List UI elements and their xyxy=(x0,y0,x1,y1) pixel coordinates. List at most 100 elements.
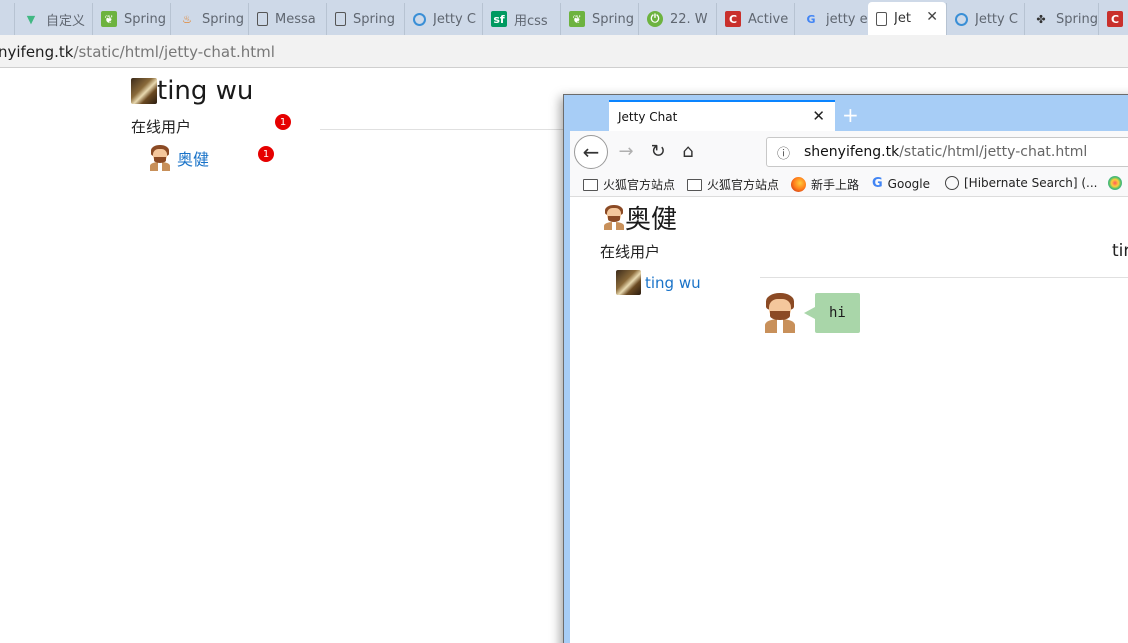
close-tab-icon[interactable]: ✕ xyxy=(926,9,938,25)
chat-header-name: tir xyxy=(1112,241,1128,261)
firefox-url-bar[interactable]: ⓘ shenyifeng.tk/static/html/jetty-chat.h… xyxy=(766,137,1128,167)
url-host: shenyifeng.tk xyxy=(804,144,900,160)
browser-tab[interactable]: ▼ 自定义 xyxy=(14,3,92,35)
chat-message: hi xyxy=(763,293,860,333)
browser-tab[interactable]: Messa xyxy=(248,3,326,35)
firefox-tab-active[interactable]: Jetty Chat ✕ xyxy=(609,100,835,131)
browser-tab[interactable] xyxy=(0,3,8,35)
tab-label: 用css xyxy=(514,13,548,29)
online-users-label: 在线用户 xyxy=(600,243,661,261)
url-host: nyifeng.tk xyxy=(0,43,74,61)
tab-label: Active xyxy=(748,11,789,27)
message-bubble: hi xyxy=(804,293,860,333)
csdn-icon: C xyxy=(725,11,741,27)
bookmark-label: Google xyxy=(887,176,930,191)
browser-tab[interactable]: C xyxy=(1098,3,1128,35)
cartoon-avatar-icon xyxy=(763,293,797,333)
browser-tab[interactable]: Jetty C xyxy=(404,3,482,35)
url-path: /static/html/jetty-chat.html xyxy=(899,144,1088,160)
cartoon-avatar-icon xyxy=(149,145,171,171)
jetty-icon xyxy=(413,12,426,26)
bookmark-item[interactable]: 新手上路 xyxy=(791,176,859,193)
tab-label: Spring xyxy=(202,11,244,27)
folder-icon xyxy=(687,178,702,191)
bookmark-label: [Hibernate Search] (... xyxy=(964,176,1098,190)
octopus-icon: ✤ xyxy=(1036,12,1046,26)
tab-label: jetty e xyxy=(826,11,868,27)
google-icon: G xyxy=(872,176,883,191)
tab-label: 自定义 xyxy=(46,13,86,29)
browser-tab-strip: ▼ 自定义 ❦ Spring ♨ Spring Messa Spring Jet… xyxy=(0,0,1128,35)
jetty-icon xyxy=(955,12,968,26)
bookmark-item[interactable]: [Hibernate Search] (... xyxy=(945,176,1097,190)
home-icon[interactable]: ⌂ xyxy=(676,139,700,163)
browser-tab[interactable]: sf 用css xyxy=(482,3,560,35)
online-user-item[interactable]: ting wu xyxy=(616,270,701,295)
browser-tab[interactable]: ❦ Spring xyxy=(560,3,638,35)
segmentfault-icon: sf xyxy=(491,11,507,27)
document-icon xyxy=(876,11,887,26)
bookmark-item[interactable]: G Google xyxy=(872,176,930,191)
tab-label: Jet xyxy=(894,11,911,26)
cartoon-avatar-icon xyxy=(603,204,625,231)
tab-label: Jetty C xyxy=(433,11,476,27)
bookmark-label: 火狐官方站点 xyxy=(707,178,780,192)
browser-tab[interactable]: C Active xyxy=(716,3,794,35)
url-path: /static/html/jetty-chat.html xyxy=(73,43,275,61)
tab-label: Spring xyxy=(124,11,166,27)
colorful-icon xyxy=(1108,176,1122,190)
close-tab-icon[interactable]: ✕ xyxy=(812,107,825,125)
csdn-icon: C xyxy=(1107,11,1123,27)
tab-label: Spring xyxy=(353,11,395,27)
folder-icon xyxy=(583,178,598,191)
user-avatar xyxy=(131,78,157,104)
back-arrow-icon[interactable]: ← xyxy=(574,135,608,169)
tab-label: Messa xyxy=(275,11,316,27)
firefox-icon xyxy=(791,177,806,192)
online-users-label: 在线用户 xyxy=(131,118,192,136)
online-user-name[interactable]: 奥健 xyxy=(177,146,209,170)
spring-leaf-icon: ❦ xyxy=(569,11,585,27)
online-user-item[interactable]: 奥健 xyxy=(149,145,209,171)
browser-tab[interactable]: ❦ Spring xyxy=(92,3,170,35)
chat-page-title: 奥健 xyxy=(603,199,677,236)
bookmarks-toolbar: 火狐官方站点 火狐官方站点 新手上路 G Google [Hibernate S… xyxy=(570,173,1128,197)
spring-leaf-icon: ❦ xyxy=(101,11,117,27)
page-title: ting wu xyxy=(131,76,254,106)
browser-tab[interactable]: Spring xyxy=(326,3,404,35)
url-text[interactable]: nyifeng.tk/static/html/jetty-chat.html xyxy=(0,43,275,61)
globe-icon xyxy=(945,176,959,190)
java-icon: ♨ xyxy=(182,12,192,26)
user-avatar xyxy=(616,270,641,295)
browser-tab[interactable]: ♨ Spring xyxy=(170,3,248,35)
vue-icon: ▼ xyxy=(26,12,36,26)
info-icon[interactable]: ⓘ xyxy=(777,143,790,162)
browser-tab[interactable]: Jetty C xyxy=(946,3,1024,35)
firefox-tab-title: Jetty Chat xyxy=(618,109,678,124)
chat-page-title-text: 奥健 xyxy=(625,205,678,235)
browser-tab[interactable]: ⏻ 22. W xyxy=(638,3,716,35)
tab-label: Spring xyxy=(592,11,634,27)
tab-label: 22. W xyxy=(670,11,708,27)
document-icon xyxy=(335,12,346,26)
notification-badge: 1 xyxy=(275,114,291,130)
browser-tab-active[interactable]: Jet ✕ xyxy=(868,2,946,35)
google-icon: G xyxy=(806,12,816,26)
unread-badge: 1 xyxy=(258,146,274,162)
forward-arrow-icon[interactable]: → xyxy=(614,139,638,163)
bookmark-item[interactable]: 火狐官方站点 xyxy=(687,176,779,193)
bookmark-label: 火狐官方站点 xyxy=(603,178,676,192)
new-tab-plus-icon[interactable]: + xyxy=(842,103,859,127)
page-title-text: ting wu xyxy=(157,76,254,106)
browser-tab[interactable]: ✤ Spring xyxy=(1024,3,1102,35)
spring-boot-icon: ⏻ xyxy=(647,11,663,27)
tab-label: Jetty C xyxy=(975,11,1018,27)
address-bar[interactable]: nyifeng.tk/static/html/jetty-chat.html xyxy=(0,35,1128,68)
online-user-name[interactable]: ting wu xyxy=(645,274,701,292)
firefox-navbar: ← → ↻ ⌂ ⓘ shenyifeng.tk/static/html/jett… xyxy=(570,131,1128,173)
reload-icon[interactable]: ↻ xyxy=(646,139,670,163)
screen: ▼ 自定义 ❦ Spring ♨ Spring Messa Spring Jet… xyxy=(0,0,1128,643)
browser-tab[interactable]: G jetty e xyxy=(794,3,872,35)
bookmark-item[interactable] xyxy=(1108,176,1127,190)
bookmark-item[interactable]: 火狐官方站点 xyxy=(583,176,675,193)
